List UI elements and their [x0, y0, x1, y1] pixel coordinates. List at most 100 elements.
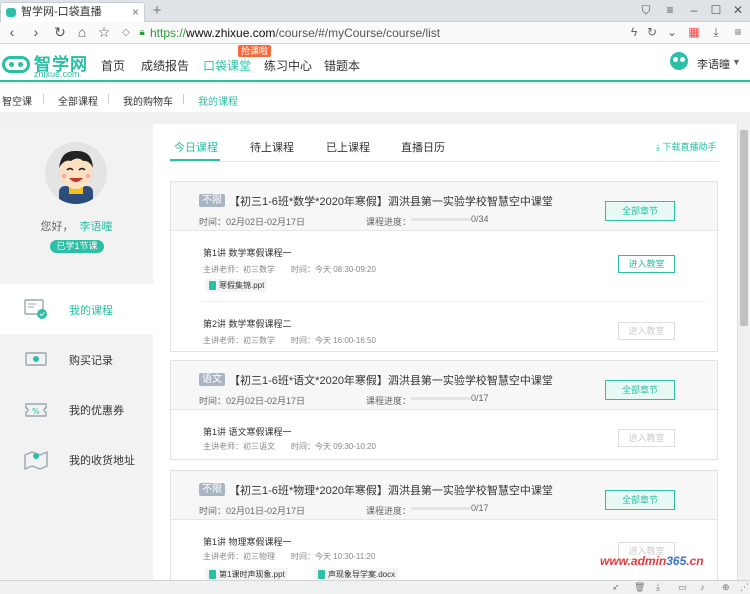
divider: [108, 94, 109, 104]
learned-count-badge: 已学1节课: [50, 240, 104, 253]
course-time: 时间：02月02日-02月17日: [199, 396, 306, 406]
site-favicon-icon: [6, 8, 16, 17]
subnav-cart[interactable]: 我的购物车: [123, 93, 173, 108]
more-icon[interactable]: ≡: [730, 24, 746, 41]
nav-mistake-book[interactable]: 错题本: [324, 57, 360, 74]
lesson-name: 第1讲 数学寒假课程一: [203, 248, 292, 258]
scrollbar[interactable]: [737, 124, 750, 580]
download-icon[interactable]: ⤓: [708, 24, 724, 41]
screen-icon[interactable]: ▭: [678, 581, 687, 594]
nav-practice[interactable]: 练习中心: [264, 57, 312, 74]
avatar: [45, 142, 107, 204]
lesson-meta: 主讲老师：初三语文 时间：今天 09:30-10:20: [203, 442, 376, 451]
new-tab-button[interactable]: +: [150, 2, 164, 20]
url-field[interactable]: https://www.zhixue.com/course/#/myCourse…: [150, 23, 440, 43]
subnav-my-courses[interactable]: 我的课程: [198, 93, 238, 108]
sidebar-item-address[interactable]: 我的收货地址: [0, 434, 153, 484]
coupon-icon: %: [22, 395, 50, 423]
location-map-icon: [22, 445, 50, 473]
apps-icon[interactable]: ▦: [686, 24, 702, 41]
close-window-icon[interactable]: ✕: [728, 1, 748, 20]
user-avatar[interactable]: [670, 52, 688, 70]
sidebar-item-my-courses[interactable]: 我的课程: [0, 284, 153, 334]
attachment-file[interactable]: 声现象导学案.docx: [314, 568, 399, 580]
attachment-file[interactable]: 寒假集锦.ppt: [205, 279, 268, 292]
dropdown-icon[interactable]: ⌄: [664, 24, 680, 41]
progress-value: 0/34: [471, 214, 489, 224]
scrollbar-thumb[interactable]: [740, 130, 748, 326]
rocket-icon[interactable]: ➶: [612, 581, 620, 594]
download-status-icon[interactable]: ⤓: [656, 581, 660, 594]
all-chapters-button[interactable]: 全部章节: [605, 490, 675, 510]
minimize-icon[interactable]: –: [684, 1, 704, 20]
enter-classroom-button[interactable]: 进入教室: [618, 255, 675, 273]
sidebar-item-label: 购买记录: [69, 355, 113, 367]
progress-label: 课程进度：: [366, 396, 412, 406]
refresh-icon[interactable]: ↻: [52, 24, 68, 41]
enter-classroom-button[interactable]: 进入教室: [618, 429, 675, 447]
course-board-icon: [22, 295, 50, 323]
trash-icon[interactable]: 🗑︎: [634, 581, 645, 594]
nav-home[interactable]: 首页: [101, 57, 125, 74]
all-chapters-button[interactable]: 全部章节: [605, 201, 675, 221]
subject-tag: 不限: [199, 194, 225, 207]
course-title[interactable]: 【初三1-6班*数学*2020年寒假】泗洪县第一实验学校智慧空中课堂: [229, 193, 553, 209]
back-icon[interactable]: ‹: [4, 24, 20, 41]
all-chapters-button[interactable]: 全部章节: [605, 380, 675, 400]
sidebar-item-coupons[interactable]: % 我的优惠券: [0, 384, 153, 434]
sound-icon[interactable]: ♪: [700, 581, 705, 594]
lesson-name: 第2讲 数学寒假课程二: [203, 319, 292, 329]
attachment-file[interactable]: 第1课时声现象.ppt: [205, 568, 288, 580]
maximize-icon[interactable]: ☐: [706, 1, 726, 20]
close-tab-icon[interactable]: ×: [132, 3, 139, 22]
home-icon[interactable]: ⌂: [74, 24, 90, 41]
site-header: 智学网 zhixue.com 首页 成绩报告 口袋课堂 抢课啦 练习中心 错题本…: [0, 44, 750, 82]
menu-icon[interactable]: ≡: [660, 1, 680, 20]
course-time: 时间：02月01日-02月17日: [199, 506, 306, 516]
sidebar-item-label: 我的课程: [69, 305, 113, 317]
site-logo[interactable]: 智学网 zhixue.com: [2, 50, 87, 79]
course-card-header: 语文 【初三1-6班*语文*2020年寒假】泗洪县第一实验学校智慧空中课堂 时间…: [171, 361, 717, 410]
subnav-zhikong[interactable]: 智空课: [2, 93, 32, 108]
nav-score-report[interactable]: 成绩报告: [141, 57, 189, 74]
course-title[interactable]: 【初三1-6班*语文*2020年寒假】泗洪县第一实验学校智慧空中课堂: [229, 372, 553, 388]
progress-bar: [411, 397, 471, 400]
receipt-icon: [22, 345, 50, 373]
shirt-icon[interactable]: ⛉: [636, 1, 656, 20]
course-time: 时间：02月02日-02月17日: [199, 217, 306, 227]
shield-icon: ◇: [122, 27, 130, 38]
sidebar-item-label: 我的优惠券: [69, 405, 124, 417]
lesson-list: 第1讲 物理寒假课程一 主讲老师：初三物理 时间：今天 10:30-11:20 第…: [171, 520, 717, 580]
browser-tab[interactable]: 智学网-口袋直播 ×: [0, 2, 145, 22]
bookmark-star-icon[interactable]: ☆: [96, 24, 112, 41]
tab-today[interactable]: 今日课程: [174, 139, 218, 155]
nav-pocket-class[interactable]: 口袋课堂: [203, 57, 251, 74]
course-card: 不限 【初三1-6班*数学*2020年寒假】泗洪县第一实验学校智慧空中课堂 时间…: [170, 181, 718, 352]
user-name[interactable]: 李语曈: [697, 56, 730, 72]
subnav-all-courses[interactable]: 全部课程: [58, 93, 98, 108]
forward-icon[interactable]: ›: [28, 24, 44, 41]
tab-upcoming[interactable]: 待上课程: [250, 139, 294, 155]
sidebar-item-label: 我的收货地址: [69, 455, 135, 467]
download-assistant-link[interactable]: ⤓ 下载直播助手: [656, 140, 717, 153]
refresh-page-icon[interactable]: ↻: [644, 24, 660, 41]
progress-label: 课程进度：: [366, 217, 412, 227]
lesson-name: 第1讲 物理寒假课程一: [203, 537, 292, 547]
progress-bar: [411, 218, 471, 221]
lock-icon: 🔒︎: [139, 27, 145, 38]
tab-finished[interactable]: 已上课程: [326, 139, 370, 155]
hot-badge: 抢课啦: [238, 45, 272, 57]
lightning-icon[interactable]: ϟ: [626, 24, 642, 41]
lesson-name: 第1讲 语文寒假课程一: [203, 427, 292, 437]
logo-domain: zhixue.com: [34, 69, 80, 79]
lesson-list: 第1讲 语文寒假课程一 主讲老师：初三语文 时间：今天 09:30-10:20 进…: [171, 410, 717, 460]
owl-logo-icon: [2, 56, 30, 73]
sub-navigation: 智空课 全部课程 我的购物车 我的课程: [0, 84, 750, 112]
chevron-down-icon[interactable]: ▼: [732, 57, 741, 67]
tab-calendar[interactable]: 直播日历: [401, 139, 445, 155]
greeting-text: 您好， 李语曈: [40, 221, 113, 233]
zoom-icon[interactable]: ⊕: [722, 581, 730, 594]
enter-classroom-button[interactable]: 进入教室: [618, 322, 675, 340]
course-title[interactable]: 【初三1-6班*物理*2020年寒假】泗洪县第一实验学校智慧空中课堂: [229, 482, 553, 498]
sidebar-item-purchases[interactable]: 购买记录: [0, 334, 153, 384]
